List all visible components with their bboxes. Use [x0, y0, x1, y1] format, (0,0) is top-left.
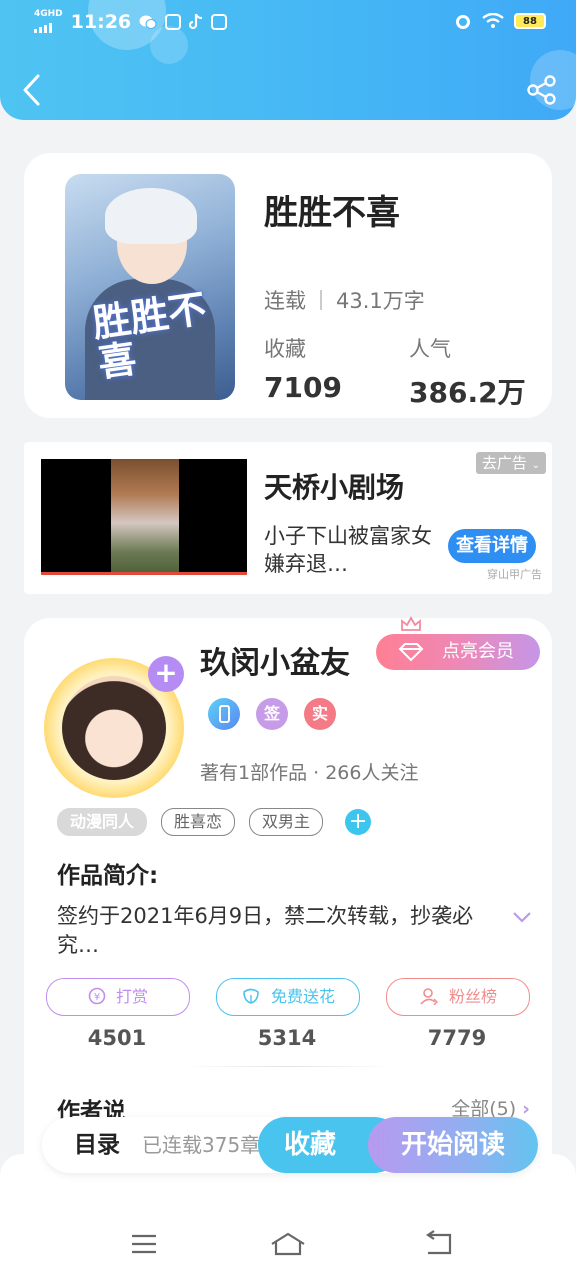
expand-chevron-icon[interactable]	[512, 910, 532, 924]
network-type: 4GHD	[34, 9, 63, 19]
book-meta: 连载 43.1万字	[264, 285, 425, 315]
remove-ad-label: 去广告	[481, 454, 527, 472]
tag-item[interactable]: 动漫同人	[57, 808, 148, 836]
clock: 11:26	[70, 10, 132, 33]
tip-count: 4501	[87, 1026, 147, 1050]
send-flower-label: 免费送花	[270, 987, 335, 1006]
send-flower-button[interactable]: 免费送花	[216, 978, 360, 1016]
verified-badge: 实	[304, 698, 336, 730]
author-avatar[interactable]: +	[44, 656, 184, 798]
header: 4GHD 11:26 88	[0, 0, 576, 120]
ad-source: 穿山甲广告	[487, 568, 542, 581]
book-cover[interactable]: 胜胜不喜	[65, 174, 235, 400]
menu-icon[interactable]	[126, 1230, 162, 1258]
camera-app-icon	[211, 13, 228, 30]
popularity-label: 人气	[409, 337, 451, 361]
flower-icon	[241, 979, 261, 1015]
tiktok-icon	[189, 13, 203, 30]
book-title: 胜胜不喜	[264, 193, 400, 233]
tip-button[interactable]: ¥ 打赏	[46, 978, 190, 1016]
diamond-icon	[398, 643, 424, 662]
signal-indicator: 4GHD	[34, 10, 63, 33]
share-button[interactable]	[526, 74, 558, 106]
wifi-icon	[482, 13, 504, 28]
author-name[interactable]: 玖闵小盆友	[200, 638, 350, 682]
ad-details-button[interactable]: 查看详情	[448, 529, 536, 563]
vip-button[interactable]: 点亮会员	[376, 616, 540, 670]
toc-button[interactable]: 目录	[74, 1117, 120, 1173]
fan-ranking-label: 粉丝榜	[448, 987, 497, 1006]
remove-ad-button[interactable]: 去广告 ⌄	[475, 452, 546, 474]
fan-icon	[419, 979, 439, 1015]
back-nav-icon[interactable]	[420, 1230, 456, 1258]
fan-count: 7779	[427, 1026, 487, 1050]
ad-title: 天桥小剧场	[264, 471, 405, 504]
popularity-value: 386.2万	[409, 376, 526, 409]
action-row: ¥ 打赏 免费送花 粉丝榜 4501 5314 7779	[46, 978, 530, 1050]
ad-banner[interactable]: 天桥小剧场 小子下山被富家女嫌弃退… 去广告 ⌄ 查看详情 穿山甲广告	[24, 442, 552, 594]
add-tag-button[interactable]: +	[345, 809, 372, 835]
favorites-label: 收藏	[264, 337, 306, 361]
ad-description: 小子下山被富家女嫌弃退…	[264, 524, 432, 576]
vip-label: 点亮会员	[442, 641, 514, 662]
bottom-action-bar: 目录 已连载375章 收藏 开始阅读	[42, 1117, 538, 1173]
chevron-right-icon: ›	[522, 1098, 530, 1120]
divider	[320, 290, 322, 310]
chevron-left-icon	[23, 74, 40, 106]
tag-item[interactable]: 胜喜恋	[161, 808, 236, 836]
cover-hair	[105, 188, 197, 244]
back-button[interactable]	[18, 72, 48, 108]
signed-badge: 签	[256, 698, 288, 730]
ad-video[interactable]	[41, 459, 247, 575]
start-reading-button[interactable]: 开始阅读	[368, 1117, 538, 1173]
author-card: + 玖闵小盆友 点亮会员 签 实 著有1部作品 · 266人关注 动漫同人 胜喜…	[24, 616, 552, 1178]
favorites-value: 7109	[264, 371, 342, 404]
home-icon[interactable]	[270, 1230, 306, 1258]
fan-ranking-button[interactable]: 粉丝榜	[386, 978, 530, 1016]
tip-label: 打赏	[115, 987, 148, 1006]
crown-icon	[401, 616, 421, 631]
tag-item[interactable]: 双男主	[249, 808, 324, 836]
wechat-icon	[139, 15, 157, 29]
alarm-icon	[456, 15, 470, 29]
synopsis-text[interactable]: 签约于2021年6月9日，禁二次转载，抄袭必究…	[57, 902, 497, 960]
synopsis-title: 作品简介:	[57, 863, 159, 889]
video-app-icon	[165, 13, 182, 30]
status-bar: 4GHD 11:26 88	[0, 0, 576, 44]
ad-progress-bar	[41, 572, 247, 575]
flower-count: 5314	[257, 1026, 317, 1050]
serial-chapter-count: 已连载375章	[142, 1133, 261, 1157]
word-count: 43.1万字	[336, 289, 425, 313]
share-icon	[527, 75, 556, 105]
author-stats: 著有1部作品 · 266人关注	[200, 762, 419, 784]
author-badges: 签 实	[208, 698, 336, 730]
tag-list: 动漫同人 胜喜恋 双男主 +	[57, 808, 372, 836]
signal-icon	[34, 19, 52, 33]
book-info-card: 胜胜不喜 胜胜不喜 连载 43.1万字 收藏 7109 人气 386.2万	[24, 153, 552, 418]
chevron-down-icon: ⌄	[531, 460, 540, 471]
avatar	[62, 676, 166, 780]
ad-thumbnail	[111, 459, 179, 575]
battery-icon: 88	[514, 13, 546, 29]
phone-badge-icon	[208, 698, 240, 730]
serial-status: 连载	[264, 289, 306, 313]
coin-icon: ¥	[88, 979, 106, 1015]
follow-plus-icon[interactable]: +	[148, 656, 184, 692]
svg-text:¥: ¥	[94, 992, 100, 1003]
divider	[184, 1066, 392, 1067]
